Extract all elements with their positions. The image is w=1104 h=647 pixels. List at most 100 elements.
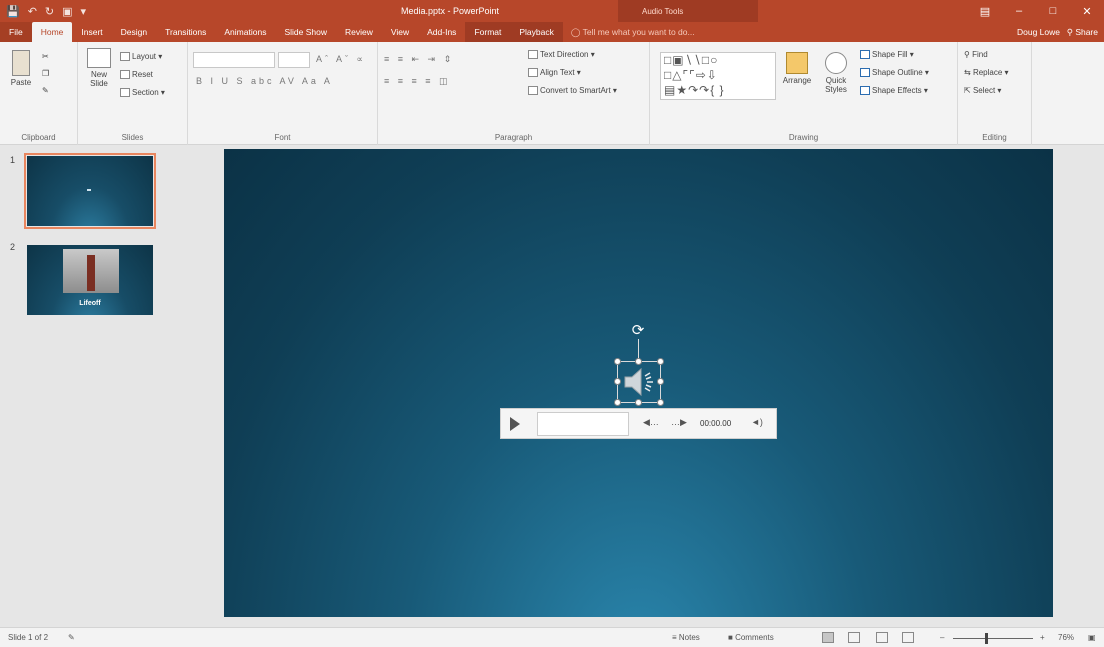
tab-design[interactable]: Design [112,22,156,42]
tab-home[interactable]: Home [31,22,73,42]
select-button[interactable]: ⇱ Select ▾ [964,86,1001,95]
seek-bar[interactable] [537,412,629,436]
comment-icon: ■ [728,633,733,642]
section-icon [120,88,130,98]
quick-styles-button[interactable]: Quick Styles [818,52,854,94]
group-slides: New Slide Layout ▾ Reset Section ▾ Slide… [78,42,188,145]
shape-fill-button[interactable]: Shape Fill ▾ [860,50,914,60]
maximize-button[interactable]: □ [1036,0,1070,22]
status-bar: Slide 1 of 2 ✎ ≡ Notes ■ Comments – + 76… [0,627,1104,647]
font-size-combo[interactable] [278,52,310,68]
cut-icon[interactable]: ✂ [42,52,49,61]
resize-handle[interactable] [657,399,664,406]
tab-add-ins[interactable]: Add-Ins [418,22,465,42]
tab-slide-show[interactable]: Slide Show [275,22,336,42]
zoom-level[interactable]: 76% [1058,633,1074,642]
fit-slide-icon[interactable]: ▣ [1088,633,1096,642]
resize-handle[interactable] [657,378,664,385]
minimize-button[interactable]: – [1002,0,1036,22]
copy-icon[interactable]: ❐ [42,69,49,78]
reading-view-button[interactable] [876,632,888,643]
find-button[interactable]: ⚲ Find [964,50,988,59]
rotate-handle-icon[interactable]: ⟳ [628,321,648,341]
zoom-out-button[interactable]: – [940,633,944,642]
alignment-buttons[interactable]: ≡ ≡ ≡ ≡ ◫ [384,76,451,87]
new-slide-icon [87,48,111,68]
spellcheck-icon[interactable]: ✎ [68,633,75,642]
slideshow-view-button[interactable] [902,632,914,643]
new-slide-button[interactable]: New Slide [82,48,116,88]
paste-label: Paste [10,78,32,87]
layout-button[interactable]: Layout ▾ [120,52,162,62]
play-icon[interactable] [510,417,520,431]
comments-button[interactable]: ■ Comments [728,633,774,642]
share-button[interactable]: ⚲ Share [1067,27,1098,38]
volume-icon[interactable]: ◄) [751,417,763,427]
tab-insert[interactable]: Insert [72,22,111,42]
comments-label: Comments [735,633,774,642]
section-button[interactable]: Section ▾ [120,88,165,98]
shape-effects-button[interactable]: Shape Effects ▾ [860,86,928,96]
window-title: Media.pptx - PowerPoint [400,6,500,16]
smartart-button[interactable]: Convert to SmartArt ▾ [528,86,617,96]
notes-button[interactable]: ≡ Notes [672,633,700,642]
zoom-slider-thumb[interactable] [985,633,988,644]
tab-view[interactable]: View [382,22,418,42]
editing-group-label: Editing [982,133,1007,142]
align-text-button[interactable]: Align Text ▾ [528,68,581,78]
tell-me-box[interactable]: ◯ Tell me what you want to do... [563,22,703,42]
undo-icon[interactable]: ↶ [28,5,37,18]
resize-handle[interactable] [614,378,621,385]
tab-format[interactable]: Format [465,22,511,42]
shapes-gallery[interactable]: □▣∖∖□○ □△⌜⌜⇨⇩ ▤★↷↷{ } [660,52,776,100]
replace-button[interactable]: ⇆ Replace ▾ [964,68,1009,77]
paste-button[interactable]: Paste [6,50,36,87]
text-direction-button[interactable]: Text Direction ▾ [528,50,595,60]
list-buttons[interactable]: ≡ ≡ ⇤ ⇥ ⇕ [384,54,454,65]
reset-button[interactable]: Reset [120,70,153,80]
resize-handle[interactable] [635,358,642,365]
thumbnail-title: Lifeoff [79,300,101,307]
tab-animations[interactable]: Animations [215,22,275,42]
ribbon-display-icon[interactable]: ▤ [968,0,1002,22]
quick-styles-label: Quick Styles [825,76,847,94]
skip-forward-icon[interactable]: …▶ [671,417,687,428]
tab-review[interactable]: Review [336,22,382,42]
lightbulb-icon: ◯ [570,27,581,37]
normal-view-button[interactable] [822,632,834,643]
speaker-icon[interactable] [617,362,661,402]
resize-handle[interactable] [657,358,664,365]
format-painter-icon[interactable]: ✎ [42,86,49,95]
arrange-button[interactable]: Arrange [782,52,812,85]
audio-player-bar: ◀… …▶ 00:00.00 ◄) [500,408,777,439]
font-format-buttons[interactable]: B I U S abc AV Aa A [196,76,333,86]
shape-outline-button[interactable]: Shape Outline ▾ [860,68,929,78]
tab-transitions[interactable]: Transitions [156,22,215,42]
paragraph-group-label: Paragraph [494,133,533,142]
slide-sorter-button[interactable] [848,632,860,643]
tab-playback[interactable]: Playback [510,22,563,42]
font-name-combo[interactable] [193,52,275,68]
customize-qat-icon[interactable]: ▾ [81,5,87,18]
quick-styles-icon [825,52,847,74]
slide-canvas[interactable]: ⟳ ◀… …▶ 00:00.00 ◄) [224,149,1053,617]
resize-handle[interactable] [635,399,642,406]
font-size-buttons[interactable]: Aˆ Aˇ ∝ [316,54,366,65]
close-button[interactable]: ✕ [1070,0,1104,22]
save-icon[interactable]: 💾 [6,5,20,18]
slide-thumbnail-1[interactable] [24,153,156,229]
slide-thumbnail-2[interactable]: Lifeoff [27,245,153,315]
user-name[interactable]: Doug Lowe [1017,27,1060,37]
group-font: Aˆ Aˇ ∝ B I U S abc AV Aa A Font [188,42,378,145]
start-from-beginning-icon[interactable]: ▣ [62,5,72,18]
tab-file[interactable]: File [0,22,32,42]
resize-handle[interactable] [614,399,621,406]
group-editing: ⚲ Find ⇆ Replace ▾ ⇱ Select ▾ Editing [958,42,1032,145]
resize-handle[interactable] [614,358,621,365]
redo-icon[interactable]: ↻ [45,5,54,18]
skip-back-icon[interactable]: ◀… [643,417,659,428]
select-cursor-icon: ⇱ [964,86,971,95]
pencil-icon [860,68,870,78]
zoom-in-button[interactable]: + [1040,633,1045,642]
zoom-slider[interactable] [953,638,1033,639]
